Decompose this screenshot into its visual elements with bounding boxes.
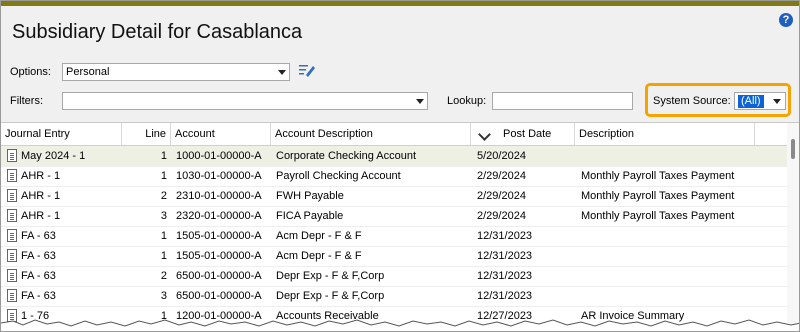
cell-line: 3 (160, 210, 167, 222)
cell-post-date: 2/29/2024 (477, 210, 526, 222)
col-line[interactable]: Line (122, 123, 171, 145)
grid-header: Journal Entry Line Account Account Descr… (1, 123, 787, 146)
system-source-value: (All) (738, 95, 764, 108)
table-row[interactable]: May 2024 - 1 1 1000-01-00000-A Corporate Ch… (1, 146, 787, 167)
cell-description (581, 266, 781, 286)
cell-journal-entry: FA - 63 (21, 270, 56, 282)
cell-account: 6500-01-00000-A (176, 270, 262, 282)
cell-journal-entry: FA - 63 (21, 250, 56, 262)
edit-options-icon[interactable] (299, 63, 315, 77)
cell-account-description: Depr Exp - F & F,Corp (276, 290, 385, 302)
table-row[interactable]: AHR - 1 3 2320-01-00000-A FICA Payable 2/29/… (1, 206, 787, 227)
cell-account-description: Depr Exp - F & F,Corp (276, 270, 385, 282)
cell-description: Monthly Payroll Taxes Payment (581, 210, 735, 222)
system-source-label: System Source: (653, 95, 731, 107)
lookup-input[interactable] (492, 92, 633, 110)
cell-account-description: Acm Depr - F & F (276, 250, 362, 262)
options-label: Options: (10, 66, 51, 78)
filters-label: Filters: (10, 95, 43, 107)
chevron-down-icon (773, 99, 781, 104)
cell-journal-entry: FA - 63 (21, 230, 56, 242)
cell-post-date: 2/29/2024 (477, 190, 526, 202)
journal-grid: Journal Entry Line Account Account Descr… (1, 122, 799, 331)
cell-account-description: Acm Depr - F & F (276, 230, 362, 242)
cell-post-date: 5/20/2024 (477, 150, 526, 162)
table-row[interactable]: AHR - 1 2 2310-01-00000-A FWH Payable 2/29/2… (1, 186, 787, 207)
document-icon (7, 229, 17, 242)
col-journal-entry[interactable]: Journal Entry (1, 123, 122, 145)
cell-description: Monthly Payroll Taxes Payment (581, 190, 735, 202)
cell-account: 2310-01-00000-A (176, 190, 262, 202)
cell-journal-entry: AHR - 1 (21, 170, 61, 182)
document-icon (7, 189, 17, 202)
col-account-description[interactable]: Account Description (271, 123, 471, 145)
cell-journal-entry: FA - 63 (21, 290, 56, 302)
col-account[interactable]: Account (171, 123, 271, 145)
cell-description (581, 246, 781, 266)
cell-account-description: FICA Payable (276, 210, 344, 222)
system-source-dropdown[interactable]: (All) (734, 92, 786, 110)
cell-post-date: 2/29/2024 (477, 170, 526, 182)
cell-journal-entry: May 2024 - 1 (21, 150, 86, 162)
document-icon (7, 249, 17, 262)
cell-account-description: Payroll Checking Account (276, 170, 401, 182)
table-row[interactable]: FA - 63 2 6500-01-00000-A Depr Exp - F & F,… (1, 266, 787, 287)
table-row[interactable]: FA - 63 3 6500-01-00000-A Depr Exp - F & F,… (1, 286, 787, 307)
cell-description (581, 286, 781, 306)
cell-post-date: 12/31/2023 (477, 230, 533, 242)
cell-line: 1 (160, 250, 167, 262)
vertical-scrollbar[interactable] (787, 123, 799, 331)
filters-dropdown[interactable] (62, 92, 428, 110)
cell-account: 6500-01-00000-A (176, 290, 262, 302)
subsidiary-detail-window: Subsidiary Detail for Casablanca ? Optio… (0, 0, 800, 332)
scrollbar-thumb[interactable] (791, 139, 795, 159)
cell-line: 1 (160, 230, 167, 242)
cell-account: 1000-01-00000-A (176, 150, 262, 162)
options-dropdown[interactable]: Personal (62, 63, 290, 81)
cell-account: 1505-01-00000-A (176, 250, 262, 262)
col-description[interactable]: Description (575, 123, 755, 145)
cell-description: Monthly Payroll Taxes Payment (581, 170, 735, 182)
cell-line: 1 (160, 170, 167, 182)
col-post-date-label: Post Date (503, 128, 552, 140)
cell-description (581, 146, 781, 166)
cell-post-date: 12/31/2023 (477, 290, 533, 302)
chevron-down-icon (416, 99, 424, 104)
chevron-down-icon (278, 70, 286, 75)
document-icon (7, 169, 17, 182)
cell-journal-entry: AHR - 1 (21, 210, 61, 222)
page-title: Subsidiary Detail for Casablanca (12, 21, 303, 43)
cell-journal-entry: AHR - 1 (21, 190, 61, 202)
document-icon (7, 149, 17, 162)
document-icon (7, 269, 17, 282)
cell-description (581, 226, 781, 246)
document-icon (7, 209, 17, 222)
options-value: Personal (66, 66, 110, 78)
table-row[interactable]: FA - 63 1 1505-01-00000-A Acm Depr - F & F 1… (1, 246, 787, 267)
table-row[interactable]: FA - 63 1 1505-01-00000-A Acm Depr - F & F 1… (1, 226, 787, 247)
window-top-bar (1, 1, 799, 6)
cell-account: 1505-01-00000-A (176, 230, 262, 242)
torn-edge (1, 319, 799, 331)
cell-post-date: 12/31/2023 (477, 270, 533, 282)
document-icon (7, 289, 17, 302)
cell-line: 1 (160, 150, 167, 162)
table-row[interactable]: AHR - 1 1 1030-01-00000-A Payroll Checking … (1, 166, 787, 187)
lookup-label: Lookup: (447, 95, 487, 107)
cell-post-date: 12/31/2023 (477, 250, 533, 262)
cell-account-description: Corporate Checking Account (276, 150, 417, 162)
help-icon[interactable]: ? (779, 13, 793, 27)
cell-account: 1030-01-00000-A (176, 170, 262, 182)
cell-account: 2320-01-00000-A (176, 210, 262, 222)
cell-account-description: FWH Payable (276, 190, 344, 202)
cell-line: 2 (160, 190, 167, 202)
cell-line: 3 (160, 290, 167, 302)
cell-line: 2 (160, 270, 167, 282)
